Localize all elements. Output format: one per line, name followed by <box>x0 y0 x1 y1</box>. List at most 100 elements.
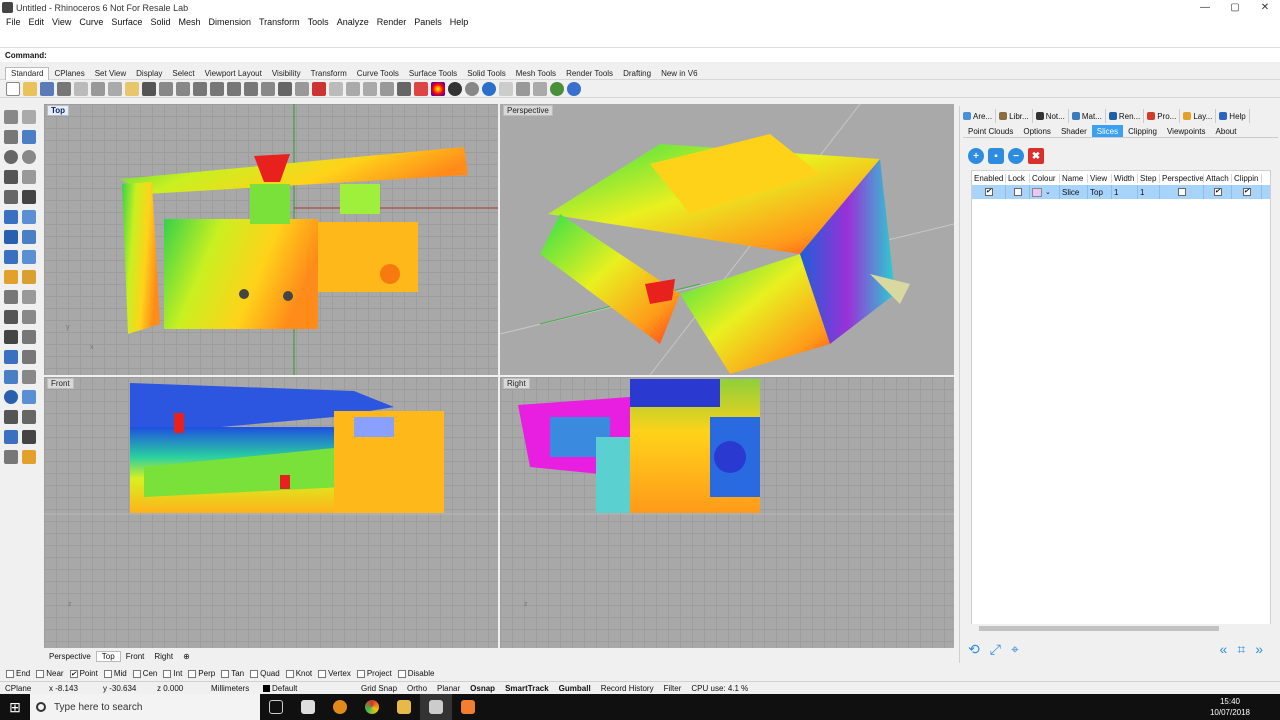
tab-visibility[interactable]: Visibility <box>267 69 306 78</box>
open-file-icon[interactable] <box>23 81 37 96</box>
cut-icon[interactable] <box>91 81 105 96</box>
scale-icon[interactable] <box>4 370 18 384</box>
next-icon[interactable]: » <box>1255 641 1263 657</box>
toggle-record-history[interactable]: Record History <box>596 684 659 693</box>
panel-tab-area[interactable]: Are... <box>960 109 997 123</box>
lock-icon[interactable] <box>397 81 411 96</box>
osnap-cen[interactable]: Cen <box>132 669 157 678</box>
toggle-filter[interactable]: Filter <box>659 684 687 693</box>
menu-edit[interactable]: Edit <box>25 17 49 27</box>
enabled-checkbox[interactable]: ✔ <box>984 188 993 196</box>
command-input[interactable] <box>50 50 1280 60</box>
tab-surface-tools[interactable]: Surface Tools <box>404 69 462 78</box>
select-arrow-icon[interactable] <box>4 110 18 124</box>
free-curve-icon[interactable] <box>22 190 36 204</box>
lock-checkbox[interactable] <box>1013 188 1022 196</box>
recording-app-icon[interactable] <box>452 694 484 720</box>
panel-tab-properties[interactable]: Pro... <box>1144 109 1181 123</box>
col-width[interactable]: Width <box>1112 173 1138 183</box>
col-enabled[interactable]: Enabled <box>972 173 1006 183</box>
toggle-gumball[interactable]: Gumball <box>554 684 596 693</box>
expand-icon[interactable]: ⤢ <box>990 641 1001 658</box>
windows-start-icon[interactable]: ⊞ <box>0 699 30 716</box>
cplane-icon[interactable] <box>329 81 343 96</box>
curve-icon[interactable] <box>22 130 36 144</box>
col-name[interactable]: Name <box>1060 173 1088 183</box>
tab-render-tools[interactable]: Render Tools <box>561 69 618 78</box>
viewport-perspective[interactable]: Perspective <box>500 104 954 375</box>
options-gear-icon[interactable] <box>516 81 530 96</box>
solid-icon[interactable] <box>22 230 36 244</box>
delete-slice-icon[interactable]: ✖ <box>1028 148 1044 164</box>
polygon-icon[interactable] <box>4 170 18 184</box>
snap-icon[interactable] <box>363 81 377 96</box>
osnap-quad[interactable]: Quad <box>250 669 280 678</box>
target-icon[interactable]: ⌖ <box>1011 641 1019 658</box>
viewtab-right[interactable]: Right <box>149 652 178 661</box>
table-horizontal-scrollbar[interactable] <box>971 624 1271 633</box>
render-icon[interactable] <box>482 81 496 96</box>
undo-icon[interactable] <box>142 81 156 96</box>
toggle-ortho[interactable]: Ortho <box>402 684 432 693</box>
join-icon[interactable] <box>4 310 18 324</box>
subtab-shader[interactable]: Shader <box>1056 125 1092 137</box>
move-icon[interactable] <box>22 330 36 344</box>
panel-tab-notes[interactable]: Not... <box>1033 109 1069 123</box>
add-viewport-tab-button[interactable]: ⊕ <box>178 652 195 661</box>
refresh-icon[interactable]: ⟲ <box>968 641 980 658</box>
status-layer[interactable]: Default <box>258 684 356 693</box>
save-icon[interactable] <box>40 81 54 96</box>
tab-standard[interactable]: Standard <box>5 66 50 80</box>
edit-points-icon[interactable] <box>4 430 18 444</box>
box-icon[interactable] <box>4 230 18 244</box>
osnap-end-checkbox[interactable] <box>6 669 14 678</box>
rhino-taskbar-icon[interactable] <box>420 694 452 720</box>
osnap-near-checkbox[interactable] <box>36 669 45 678</box>
attach-checkbox[interactable]: ✔ <box>1213 188 1222 196</box>
menu-curve[interactable]: Curve <box>75 17 107 27</box>
osnap-project-checkbox[interactable] <box>356 669 365 678</box>
osnap-disable[interactable]: Disable <box>397 669 434 678</box>
offset-icon[interactable] <box>4 330 18 344</box>
table-row[interactable]: ✔ ⌄ Slice Top 1 1 ✔ ✔ <box>972 185 1270 199</box>
edit-slice-icon[interactable]: ▪ <box>988 148 1004 164</box>
tab-viewport-layout[interactable]: Viewport Layout <box>200 69 267 78</box>
arc-icon[interactable] <box>22 150 36 164</box>
color-wheel-icon[interactable] <box>431 81 445 96</box>
viewport-top[interactable]: Top y x <box>44 104 498 375</box>
osnap-vertex[interactable]: Vertex <box>318 669 351 678</box>
menu-surface[interactable]: Surface <box>107 17 146 27</box>
subtab-clipping[interactable]: Clipping <box>1123 125 1162 137</box>
material-icon[interactable] <box>414 81 428 96</box>
osnap-tan-checkbox[interactable] <box>221 669 230 678</box>
osnap-point[interactable]: ✔ Point <box>69 669 98 678</box>
subtab-point-clouds[interactable]: Point Clouds <box>963 125 1018 137</box>
col-perspective[interactable]: Perspective <box>1160 173 1204 183</box>
scrollbar-thumb[interactable] <box>979 626 1219 631</box>
osnap-near[interactable]: Near <box>36 669 64 678</box>
toggle-grid-snap[interactable]: Grid Snap <box>356 684 402 693</box>
tab-mesh-tools[interactable]: Mesh Tools <box>511 69 561 78</box>
slice-step[interactable]: 1 <box>1138 185 1160 199</box>
menu-file[interactable]: File <box>2 17 25 27</box>
dimension-icon[interactable] <box>346 81 360 96</box>
mesh-icon[interactable] <box>4 250 18 264</box>
col-view[interactable]: View <box>1088 173 1112 183</box>
slice-width[interactable]: 1 <box>1112 185 1138 199</box>
tab-curve-tools[interactable]: Curve Tools <box>352 69 404 78</box>
osnap-cen-checkbox[interactable] <box>132 669 141 678</box>
osnap-mid-checkbox[interactable] <box>103 669 112 678</box>
osnap-point-checkbox[interactable]: ✔ <box>69 669 78 678</box>
tab-cplanes[interactable]: CPlanes <box>49 69 89 78</box>
online-icon[interactable] <box>550 81 564 96</box>
osnap-end[interactable]: End <box>6 669 30 678</box>
osnap-knot-checkbox[interactable] <box>285 669 294 678</box>
toggle-planar[interactable]: Planar <box>432 684 465 693</box>
properties-icon[interactable] <box>533 81 547 96</box>
edge-icon[interactable] <box>324 694 356 720</box>
menu-render[interactable]: Render <box>373 17 411 27</box>
viewport-right[interactable]: Right z <box>500 377 954 648</box>
four-view-icon[interactable] <box>278 81 292 96</box>
panel-tab-materials[interactable]: Mat... <box>1069 109 1106 123</box>
panel-tab-rendering[interactable]: Ren... <box>1106 109 1145 123</box>
